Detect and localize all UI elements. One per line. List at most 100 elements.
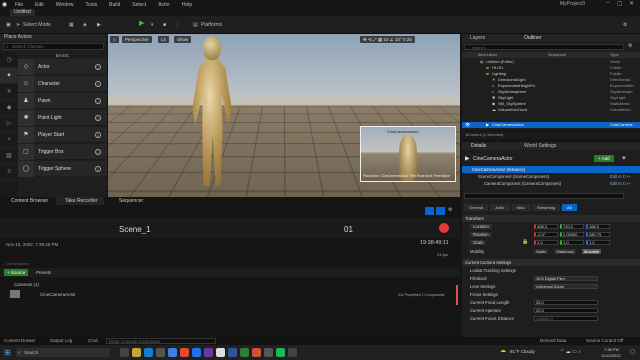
source-name[interactable]: CineCameraActor [40, 292, 76, 297]
task-view-icon[interactable] [120, 348, 129, 357]
recent-category-icon[interactable]: ◷ [0, 52, 18, 68]
focus-distance-field[interactable]: 100000.0 [534, 316, 598, 321]
windows-start-icon[interactable]: ⊞ [4, 348, 11, 357]
clock-time[interactable]: 7:38 PM [604, 347, 619, 352]
menu-tools[interactable]: Tools [79, 2, 103, 8]
filter-misc[interactable]: Misc [511, 204, 530, 211]
scale-x-field[interactable]: 1.0 [534, 240, 558, 245]
cmd-button[interactable]: Cmd [88, 337, 98, 345]
filmback-dropdown[interactable]: 16:9 Digital Film [534, 276, 598, 281]
table-row[interactable]: ☁ VolumetricCloud VolumetricC [462, 107, 640, 113]
settings-icon[interactable]: ⚙ [620, 21, 630, 29]
record-button[interactable] [439, 223, 449, 233]
rotation-label[interactable]: Rotation [470, 232, 492, 237]
edit-cpp-link[interactable]: Edit in C++ [610, 180, 631, 187]
add-source-button[interactable]: + Source [4, 269, 29, 276]
pause-icon[interactable]: ⏸ [148, 21, 157, 29]
menu-build[interactable]: Build [103, 2, 126, 8]
mobility-static[interactable]: Static [534, 249, 549, 254]
lens-dropdown[interactable]: Universal Zoom [534, 284, 598, 289]
visual-effects-category-icon[interactable]: ✧ [0, 132, 18, 148]
file-explorer-icon[interactable] [132, 348, 141, 357]
instance-row[interactable]: CineCameraActor (Instance) [462, 166, 640, 173]
shapes-category-icon[interactable]: ◆ [0, 100, 18, 116]
add-component-button[interactable]: + Add [594, 155, 614, 162]
menu-edit[interactable]: Edit [29, 2, 50, 8]
presets-button[interactable]: Presets [36, 269, 51, 276]
rotation-z-field[interactable]: 280.79 [586, 232, 610, 237]
tab-content-browser[interactable]: Content Browser [2, 197, 48, 205]
level-viewport[interactable]: ≡ Perspective Lit Show ✥ ⟲ ⤢ ▦ 10 ∠ 10° … [108, 34, 460, 198]
scene-name[interactable]: Scene_1 [119, 225, 151, 234]
rotation-x-field[interactable]: -0.0° [534, 232, 558, 237]
scene-component-row[interactable]: SceneComponent (SceneComponent) Edit in C… [462, 173, 640, 180]
clock-date[interactable]: 11/10/2022 [601, 353, 621, 358]
outliner-search[interactable]: Search [464, 44, 624, 50]
frame-rate[interactable]: 24 fps [437, 252, 448, 257]
col-item-label[interactable]: Item Label [478, 52, 497, 57]
place-actors-tab[interactable]: Place Actors [0, 34, 107, 41]
table-row-selected[interactable]: 👁 ▶ CineCameraActor CineCamera [462, 122, 640, 128]
tab-details[interactable]: Details [471, 143, 486, 149]
aperture-field[interactable]: 22.0 [534, 308, 598, 313]
blueprint-icon[interactable]: ◈ [80, 21, 90, 29]
filter-general[interactable]: General [464, 204, 489, 211]
tab-outliner[interactable]: Outliner [524, 35, 542, 41]
filter-actor[interactable]: Actor [490, 204, 510, 211]
info-icon[interactable]: i [95, 63, 101, 70]
lights-category-icon[interactable]: ☀ [0, 84, 18, 100]
lock-icon[interactable]: 🔒 [522, 239, 528, 246]
focal-length-field[interactable]: 35.0 [534, 300, 598, 305]
current-camera-section[interactable]: Current Camera Settings [462, 259, 640, 266]
scale-y-field[interactable]: 1.0 [560, 240, 584, 245]
play-icon[interactable]: ▶ [136, 20, 147, 28]
list-item[interactable]: ⚑ Player Start i [18, 126, 107, 143]
cinematics-icon[interactable]: ▶ [94, 21, 104, 29]
source-control-button[interactable]: Source Control Off [586, 337, 623, 345]
office-icon[interactable] [180, 348, 189, 357]
lit-button[interactable]: Lit [158, 36, 169, 43]
filter-streaming[interactable]: Streaming [531, 204, 561, 211]
edit-cpp-link[interactable]: Edit in C++ [610, 173, 631, 180]
mail-icon[interactable] [168, 348, 177, 357]
show-button[interactable]: Show [174, 36, 192, 43]
list-item[interactable]: ◇ Actor i [18, 59, 107, 75]
mobility-stationary[interactable]: Stationary [554, 249, 577, 254]
list-item[interactable]: ☺ Character i [18, 75, 107, 92]
options-icon[interactable]: ⋮ [172, 21, 183, 29]
platforms-dropdown[interactable]: Platforms [198, 21, 225, 29]
mobility-movable[interactable]: Movable [582, 249, 602, 254]
tab-layers[interactable]: Layers [470, 35, 485, 41]
volumes-category-icon[interactable]: ▨ [0, 148, 18, 164]
tab-take-recorder[interactable]: Take Recorder [56, 197, 104, 205]
outliner-settings-icon[interactable]: ⚙ [628, 43, 632, 49]
list-item[interactable]: ▢ Trigger Box i [18, 143, 107, 160]
content-icon[interactable]: ▦ [66, 21, 77, 29]
menu-actor[interactable]: Actor [152, 2, 176, 8]
stop-icon[interactable]: ■ [160, 21, 169, 29]
cinematic-category-icon[interactable]: ▷ [0, 116, 18, 132]
location-y-field[interactable]: 720.0 [560, 224, 584, 229]
location-x-field[interactable]: 498.0 [534, 224, 558, 229]
menu-help[interactable]: Help [176, 2, 198, 8]
taskbar-search[interactable]: ⌕ Search [16, 348, 110, 357]
tab-sequencer[interactable]: Sequencer [110, 197, 143, 205]
spotify-icon[interactable] [276, 348, 285, 357]
filter-all[interactable]: All [562, 204, 577, 211]
all-classes-category-icon[interactable]: ≡ [0, 164, 18, 180]
lookat-tracking-row[interactable]: Lookat Tracking Settings [462, 267, 640, 274]
close-icon[interactable]: ✕ [629, 0, 634, 7]
app-icon[interactable] [288, 348, 297, 357]
content-drawer-button[interactable]: Content Drawer [4, 337, 36, 345]
info-icon[interactable]: i [95, 97, 101, 104]
blueprint-icon[interactable]: ◈ [622, 155, 626, 161]
unreal-taskbar-icon[interactable] [216, 348, 225, 357]
basic-category-icon[interactable]: ✦ [0, 68, 18, 84]
location-z-field[interactable]: 166.0 [586, 224, 610, 229]
list-item[interactable]: ✺ Point Light i [18, 109, 107, 126]
perspective-button[interactable]: Perspective [122, 36, 152, 43]
info-icon[interactable]: i [95, 131, 101, 138]
edge-icon[interactable] [144, 348, 153, 357]
scale-z-field[interactable]: 1.0 [586, 240, 610, 245]
col-type[interactable]: Type [610, 52, 619, 57]
